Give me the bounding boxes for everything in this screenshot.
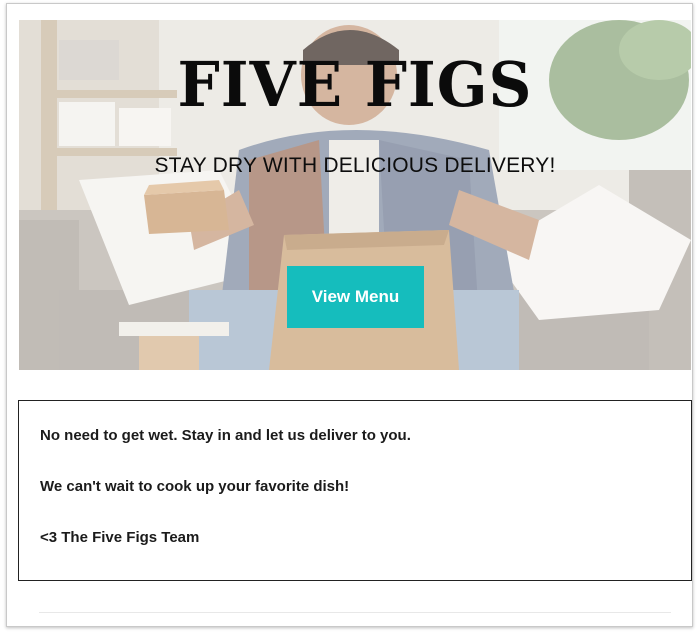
- message-line: No need to get wet. Stay in and let us d…: [40, 427, 411, 444]
- hero-title: FIVE FIGS: [177, 48, 533, 121]
- hero-subtitle: STAY DRY WITH DELICIOUS DELIVERY!: [154, 154, 556, 177]
- message-box: No need to get wet. Stay in and let us d…: [18, 400, 692, 581]
- message-line: We can't wait to cook up your favorite d…: [40, 478, 350, 495]
- message-signature: <3 The Five Figs Team: [40, 529, 200, 546]
- hero-banner: FIVE FIGS STAY DRY WITH DELICIOUS DELIVE…: [19, 20, 691, 370]
- view-menu-button[interactable]: View Menu: [287, 266, 424, 328]
- footer-divider: [39, 612, 671, 613]
- email-preview-frame: FIVE FIGS STAY DRY WITH DELICIOUS DELIVE…: [6, 3, 693, 627]
